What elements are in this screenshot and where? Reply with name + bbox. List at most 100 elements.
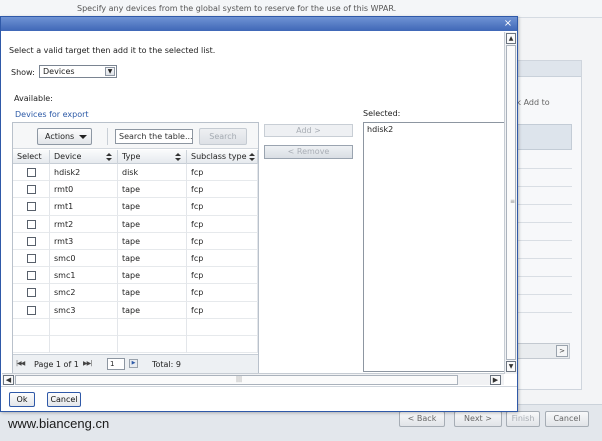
subclass-cell: fcp <box>187 249 258 267</box>
column-header-subclass[interactable]: Subclass type <box>187 150 258 164</box>
empty-cell <box>13 335 50 353</box>
subclass-cell: fcp <box>187 215 258 233</box>
wizard-cancel-button[interactable]: Cancel <box>545 411 589 427</box>
scroll-down-icon[interactable]: ▼ <box>506 361 516 372</box>
device-cell: smc1 <box>50 267 118 285</box>
subclass-cell: fcp <box>187 198 258 216</box>
column-header-device[interactable]: Device <box>50 150 118 164</box>
subclass-cell: fcp <box>187 232 258 250</box>
device-cell: smc2 <box>50 284 118 302</box>
table-row[interactable]: smc3 tape fcp <box>13 301 258 319</box>
subclass-cell: fcp <box>187 181 258 199</box>
actions-button[interactable]: Actions <box>37 128 92 145</box>
scroll-up-icon[interactable]: ▲ <box>506 33 516 44</box>
scroll-right-arrow-icon[interactable]: > <box>556 345 568 357</box>
show-select[interactable]: Devices ▼ <box>39 65 117 78</box>
last-page-icon[interactable]: ▶▶| <box>83 360 92 367</box>
wizard-table-row-line <box>516 258 572 259</box>
show-select-value: Devices <box>43 67 75 76</box>
dialog-titlebar[interactable]: × <box>1 17 517 31</box>
row-checkbox[interactable] <box>27 271 36 281</box>
device-cell: rmt1 <box>50 198 118 216</box>
row-checkbox[interactable] <box>27 219 36 229</box>
table-row[interactable]: smc0 tape fcp <box>13 249 258 268</box>
table-row[interactable]: rmt2 tape fcp <box>13 215 258 233</box>
ok-button[interactable]: Ok <box>9 392 35 407</box>
type-cell: tape <box>118 181 187 199</box>
scroll-right-icon[interactable]: ▶ <box>490 375 501 385</box>
add-button[interactable]: Add > <box>264 124 353 137</box>
type-cell: disk <box>118 164 187 181</box>
type-cell: tape <box>118 249 187 267</box>
type-cell: tape <box>118 284 187 302</box>
back-button[interactable]: < Back <box>399 411 445 427</box>
search-button[interactable]: Search <box>199 128 247 145</box>
sort-icon[interactable] <box>106 153 112 161</box>
device-cell: hdisk2 <box>50 164 118 181</box>
row-checkbox[interactable] <box>27 253 36 263</box>
device-cell: rmt0 <box>50 181 118 199</box>
empty-row <box>13 318 258 336</box>
device-selection-dialog: × Select a valid target then add it to t… <box>0 16 518 412</box>
remove-button[interactable]: < Remove <box>264 145 353 159</box>
wizard-table-row-line <box>516 204 572 205</box>
device-cell: rmt2 <box>50 215 118 233</box>
wizard-horizontal-scrollbar[interactable]: > <box>516 343 570 359</box>
table-row[interactable]: smc1 tape fcp <box>13 267 258 285</box>
first-page-icon[interactable]: |◀◀ <box>16 360 25 367</box>
type-cell: tape <box>118 267 187 285</box>
wizard-panel-header <box>517 61 581 77</box>
cancel-button[interactable]: Cancel <box>47 392 81 407</box>
scroll-left-icon[interactable]: ◀ <box>3 375 14 385</box>
column-header-type[interactable]: Type <box>118 150 187 164</box>
table-row[interactable]: rmt1 tape fcp <box>13 198 258 216</box>
select-cell <box>13 301 50 319</box>
type-cell: tape <box>118 301 187 319</box>
table-pager: |◀◀ Page 1 of 1 ▶▶| 1 ▶ Total: 9 <box>13 354 258 373</box>
toolbar-divider <box>107 128 108 145</box>
subclass-cell: fcp <box>187 164 258 181</box>
go-page-icon[interactable]: ▶ <box>129 359 138 368</box>
row-checkbox[interactable] <box>27 202 36 212</box>
select-cell <box>13 267 50 285</box>
chevron-down-icon[interactable]: ▼ <box>105 67 115 76</box>
type-cell: tape <box>118 232 187 250</box>
row-checkbox[interactable] <box>27 305 36 315</box>
table-row[interactable]: rmt0 tape fcp <box>13 181 258 199</box>
wizard-table-header <box>516 124 572 150</box>
devices-for-export-link[interactable]: Devices for export <box>15 110 89 119</box>
next-button[interactable]: Next > <box>454 411 502 427</box>
subclass-cell: fcp <box>187 284 258 302</box>
table-header-row: Select Device Type Subclass type <box>13 150 258 164</box>
close-icon[interactable]: × <box>502 18 514 30</box>
sort-icon[interactable] <box>175 153 181 161</box>
wizard-table-row-line <box>516 294 572 295</box>
page-number-input[interactable]: 1 <box>107 358 125 370</box>
horizontal-scroll-thumb[interactable]: ||| <box>15 375 458 385</box>
search-input[interactable]: Search the table... <box>115 129 193 144</box>
dialog-vertical-scrollbar[interactable]: ▲ ≡ ▼ <box>504 32 517 374</box>
wizard-table-row-line <box>516 222 572 223</box>
total-count: Total: 9 <box>152 360 182 369</box>
actions-label: Actions <box>45 132 75 141</box>
wizard-table-row-line <box>516 240 572 241</box>
select-cell <box>13 215 50 233</box>
row-checkbox[interactable] <box>27 168 36 177</box>
row-checkbox[interactable] <box>27 288 36 298</box>
row-checkbox[interactable] <box>27 185 36 195</box>
sort-icon[interactable] <box>249 153 255 161</box>
selected-list[interactable]: hdisk2 <box>363 122 504 372</box>
select-cell <box>13 249 50 267</box>
vertical-scroll-thumb[interactable]: ≡ <box>506 45 516 360</box>
finish-button[interactable]: Finish <box>506 411 540 427</box>
devices-table: Select Device Type Subclass type hdisk2 d… <box>13 150 258 354</box>
dialog-horizontal-scrollbar[interactable]: ◀ ||| ▶ <box>2 373 504 385</box>
select-cell <box>13 198 50 216</box>
table-row[interactable]: rmt3 tape fcp <box>13 232 258 250</box>
selected-list-item[interactable]: hdisk2 <box>367 125 393 134</box>
table-row[interactable]: hdisk2 disk fcp <box>13 164 258 182</box>
table-row[interactable]: smc2 tape fcp <box>13 284 258 302</box>
row-checkbox[interactable] <box>27 236 36 246</box>
empty-cell <box>50 318 118 336</box>
device-cell: rmt3 <box>50 232 118 250</box>
